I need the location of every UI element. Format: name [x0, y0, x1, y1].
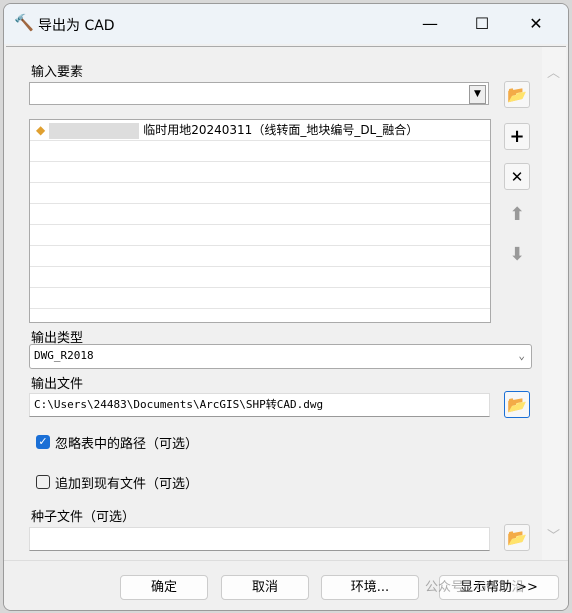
- hammer-icon: 🔨: [14, 13, 34, 32]
- watermark: 公众号 · GIS前沿: [425, 580, 525, 595]
- folder-open-icon: 📂: [507, 85, 527, 104]
- ignore-paths-checkbox[interactable]: ✓: [36, 435, 50, 449]
- list-item[interactable]: ◆ 临时用地20240311（线转面_地块编号_DL_融合）: [30, 120, 490, 141]
- chevron-down-icon: ⌄: [518, 349, 525, 362]
- append-label: 追加到现有文件（可选）: [55, 477, 199, 492]
- cancel-button[interactable]: 取消: [221, 575, 309, 600]
- output-file-input[interactable]: C:\Users\24483\Documents\ArcGIS\SHP转CAD.…: [29, 393, 490, 417]
- scroll-down-icon[interactable]: ﹀: [547, 525, 560, 544]
- environments-button[interactable]: 环境...: [321, 575, 419, 600]
- ok-button[interactable]: 确定: [120, 575, 208, 600]
- folder-open-icon: 📂: [507, 528, 527, 547]
- move-up-button[interactable]: ⬆: [504, 201, 530, 228]
- input-features-label: 输入要素: [31, 65, 84, 80]
- browse-seed-button[interactable]: 📂: [504, 524, 530, 551]
- scroll-up-icon[interactable]: ︿: [547, 62, 560, 81]
- ignore-paths-label: 忽略表中的路径（可选）: [55, 437, 199, 452]
- browse-input-button[interactable]: 📂: [504, 81, 530, 108]
- export-to-cad-dialog: 🔨 导出为 CAD — ☐ ✕ 输入要素 ▼ 📂 ◆ 临时用地20240311（线…: [3, 3, 569, 611]
- polygon-layer-icon: ◆: [36, 123, 46, 137]
- folder-open-icon: 📂: [507, 395, 527, 414]
- seed-file-label: 种子文件（可选）: [31, 510, 136, 525]
- minimize-button[interactable]: —: [410, 10, 450, 38]
- remove-button[interactable]: ✕: [504, 163, 530, 190]
- maximize-button[interactable]: ☐: [462, 10, 502, 38]
- add-button[interactable]: +: [504, 123, 530, 150]
- output-type-select[interactable]: DWG_R2018 ⌄: [29, 344, 532, 369]
- output-file-label: 输出文件: [31, 377, 84, 392]
- redacted-text: [49, 122, 140, 139]
- input-features-combo[interactable]: ▼: [29, 82, 489, 105]
- move-down-button[interactable]: ⬇: [504, 241, 530, 268]
- parameters-panel: 输入要素 ▼ 📂 ◆ 临时用地20240311（线转面_地块编号_DL_融合） +…: [6, 46, 566, 560]
- close-button[interactable]: ✕: [516, 10, 556, 38]
- list-item-label: 临时用地20240311（线转面_地块编号_DL_融合）: [143, 123, 419, 137]
- input-features-list[interactable]: ◆ 临时用地20240311（线转面_地块编号_DL_融合）: [29, 119, 491, 323]
- output-file-value: C:\Users\24483\Documents\ArcGIS\SHP转CAD.…: [34, 398, 324, 411]
- browse-output-button[interactable]: 📂: [504, 391, 530, 418]
- append-checkbox[interactable]: [36, 475, 50, 489]
- seed-file-input[interactable]: [29, 527, 490, 551]
- dropdown-arrow-icon[interactable]: ▼: [469, 85, 486, 104]
- vertical-scrollbar[interactable]: ︿ ﹀: [542, 47, 566, 560]
- output-type-value: DWG_R2018: [34, 349, 94, 362]
- title-bar: 🔨 导出为 CAD — ☐ ✕: [4, 4, 568, 44]
- window-title: 导出为 CAD: [38, 18, 115, 34]
